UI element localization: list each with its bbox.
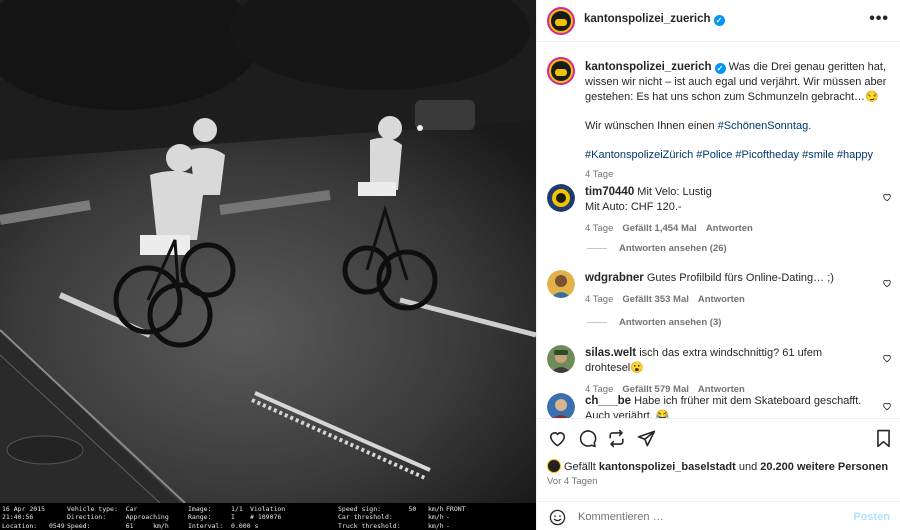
comment-heart-icon[interactable] [882,401,892,411]
caption-username[interactable]: kantonspolizei_zuerich [585,61,712,73]
comment-username[interactable]: silas.welt [585,347,636,359]
verified-icon: ✓ [713,15,725,26]
commenter-avatar[interactable] [547,270,575,298]
post-photo[interactable]: 16 Apr 2015 21:40:56 Location: 0549 Vehi… [0,0,536,530]
overlay-speed-sign: Speed sign: 50 km/h Car threshold: km/h … [338,505,444,530]
view-replies-button[interactable]: Antworten ansehen (3) [587,317,721,328]
add-comment-bar: Kommentieren … Posten [537,501,900,530]
share-paper-plane-icon[interactable] [637,429,656,448]
author-username[interactable]: kantonspolizei_zuerich [584,13,711,25]
liker-avatar [547,459,561,473]
overlay-camera-side: FRONT - - [446,505,466,530]
caption-hashtags[interactable]: #KantonspolizeiZürich #Police #Picofthed… [585,148,890,163]
comment-heart-icon[interactable] [882,192,892,202]
reply-button[interactable]: Antworten [706,223,753,234]
likes-count[interactable]: 20.200 weitere Personen [760,461,888,473]
caption-avatar[interactable] [547,57,575,85]
bookmark-icon[interactable] [875,429,892,448]
likes-prefix: Gefällt [564,461,599,473]
comment-username[interactable]: tim70440 [585,186,634,198]
comment-likes[interactable]: Gefällt 1,454 Mal [622,223,696,234]
post-date[interactable]: Vor 4 Tagen [547,476,598,487]
commenter-avatar[interactable] [547,345,575,373]
overlay-image: Image: 1/1 Range: I Interval: 0.000 s [188,505,259,530]
view-replies-button[interactable]: Antworten ansehen (26) [587,243,727,254]
likes-summary[interactable]: Gefällt kantonspolizei_baselstadt und 20… [547,459,888,473]
speed-camera-image [0,0,536,503]
caption-greeting: Wir wünschen Ihnen einen [585,120,718,132]
likes-middle: und [735,461,761,473]
comment-time[interactable]: 4 Tage [585,294,613,305]
post-caption: kantonspolizei_zuerich ✓ Was die Drei gen… [585,60,890,182]
comment-heart-icon[interactable] [882,353,892,363]
post-comment-button[interactable]: Posten [853,511,890,523]
author-username-wrap: kantonspolizei_zuerich ✓ [584,13,725,26]
comment-username[interactable]: wdgrabner [585,272,644,284]
emoji-smile-icon[interactable] [549,509,566,526]
more-options-icon[interactable]: ••• [869,10,889,28]
comment-text: Gutes Profilbild fürs Online-Dating… ;) [646,272,834,284]
comment-time[interactable]: 4 Tage [585,223,613,234]
overlay-datetime: 16 Apr 2015 21:40:56 Location: 0549 [2,505,65,530]
overlay-violation: Violation # 109076 [250,505,286,522]
reply-button[interactable]: Antworten [698,294,745,305]
liker-username[interactable]: kantonspolizei_baselstadt [599,461,736,473]
hashtag-link[interactable]: #SchönenSonntag [718,120,809,132]
caption-timestamp[interactable]: 4 Tage [585,167,890,182]
post-actions: Gefällt kantonspolizei_baselstadt und 20… [537,418,900,530]
comment-likes[interactable]: Gefällt 353 Mal [622,294,689,305]
author-avatar[interactable] [547,7,575,35]
comments-scroll[interactable]: kantonspolizei_zuerich ✓ Was die Drei gen… [537,43,900,418]
comment-bubble-icon[interactable] [578,429,597,448]
commenter-avatar[interactable] [547,393,575,418]
camera-data-overlay: 16 Apr 2015 21:40:56 Location: 0549 Vehi… [0,503,536,530]
commenter-avatar[interactable] [547,184,575,212]
post-header: kantonspolizei_zuerich ✓ ••• [537,0,900,42]
verified-icon: ✓ [714,63,726,74]
post-sidebar: kantonspolizei_zuerich ✓ ••• kantonspoliz… [536,0,900,530]
repost-icon[interactable] [607,429,626,448]
comment-heart-icon[interactable] [882,278,892,288]
overlay-vehicle: Vehicle type: Car Direction: Approaching… [67,505,169,530]
like-heart-icon[interactable] [548,429,567,448]
comment-username[interactable]: ch___be [585,395,631,407]
comment-input[interactable]: Kommentieren … [578,511,664,523]
caption-period: . [808,120,812,132]
